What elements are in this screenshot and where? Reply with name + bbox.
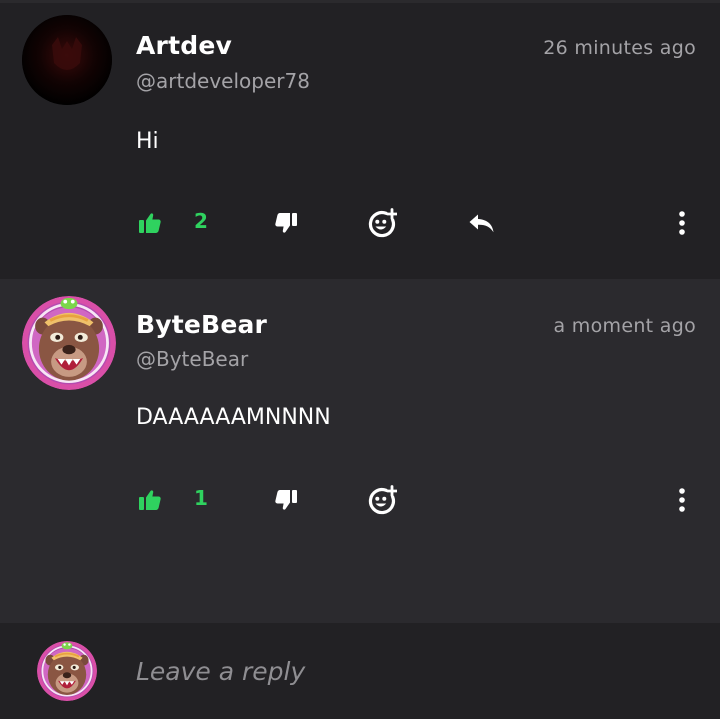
dark-avatar-image [22, 15, 112, 105]
reply-input[interactable] [128, 647, 704, 695]
more-vertical-icon [678, 487, 686, 513]
add-reaction-icon [367, 208, 397, 238]
like-button[interactable] [136, 484, 164, 516]
dislike-button[interactable] [272, 207, 300, 239]
comment-timestamp: a moment ago [553, 315, 696, 337]
like-count: 2 [194, 209, 208, 233]
add-reaction-icon [367, 485, 397, 515]
reply-composer [0, 623, 720, 719]
more-options-button[interactable] [674, 484, 690, 516]
thumbs-down-icon [274, 488, 298, 512]
comment-body: Hi [136, 129, 159, 154]
comment-username[interactable]: Artdev [136, 31, 232, 60]
avatar[interactable] [22, 15, 112, 105]
comment-item: Artdev @artdeveloper78 26 minutes ago Hi… [0, 3, 720, 279]
comment-timestamp: 26 minutes ago [543, 37, 696, 59]
comment-body: DAAAAAAMNNNN [136, 405, 331, 430]
like-count: 1 [194, 486, 208, 510]
add-reaction-button[interactable] [364, 207, 400, 239]
bear-avatar-image [37, 641, 97, 701]
dislike-button[interactable] [272, 484, 300, 516]
add-reaction-button[interactable] [364, 484, 400, 516]
reply-arrow-icon [467, 212, 495, 234]
comment-handle[interactable]: @ByteBear [136, 347, 248, 371]
more-options-button[interactable] [674, 207, 690, 239]
comment-username[interactable]: ByteBear [136, 310, 267, 339]
avatar[interactable] [22, 296, 116, 390]
thumbs-down-icon [274, 211, 298, 235]
reply-button[interactable] [464, 207, 498, 239]
comment-handle[interactable]: @artdeveloper78 [136, 69, 310, 93]
comment-item: ByteBear @ByteBear a moment ago DAAAAAAM… [0, 279, 720, 623]
thumbs-up-icon [138, 488, 162, 512]
thumbs-up-icon [138, 211, 162, 235]
more-vertical-icon [678, 210, 686, 236]
current-user-avatar[interactable] [37, 641, 97, 701]
like-button[interactable] [136, 207, 164, 239]
bear-avatar-image [22, 296, 116, 390]
